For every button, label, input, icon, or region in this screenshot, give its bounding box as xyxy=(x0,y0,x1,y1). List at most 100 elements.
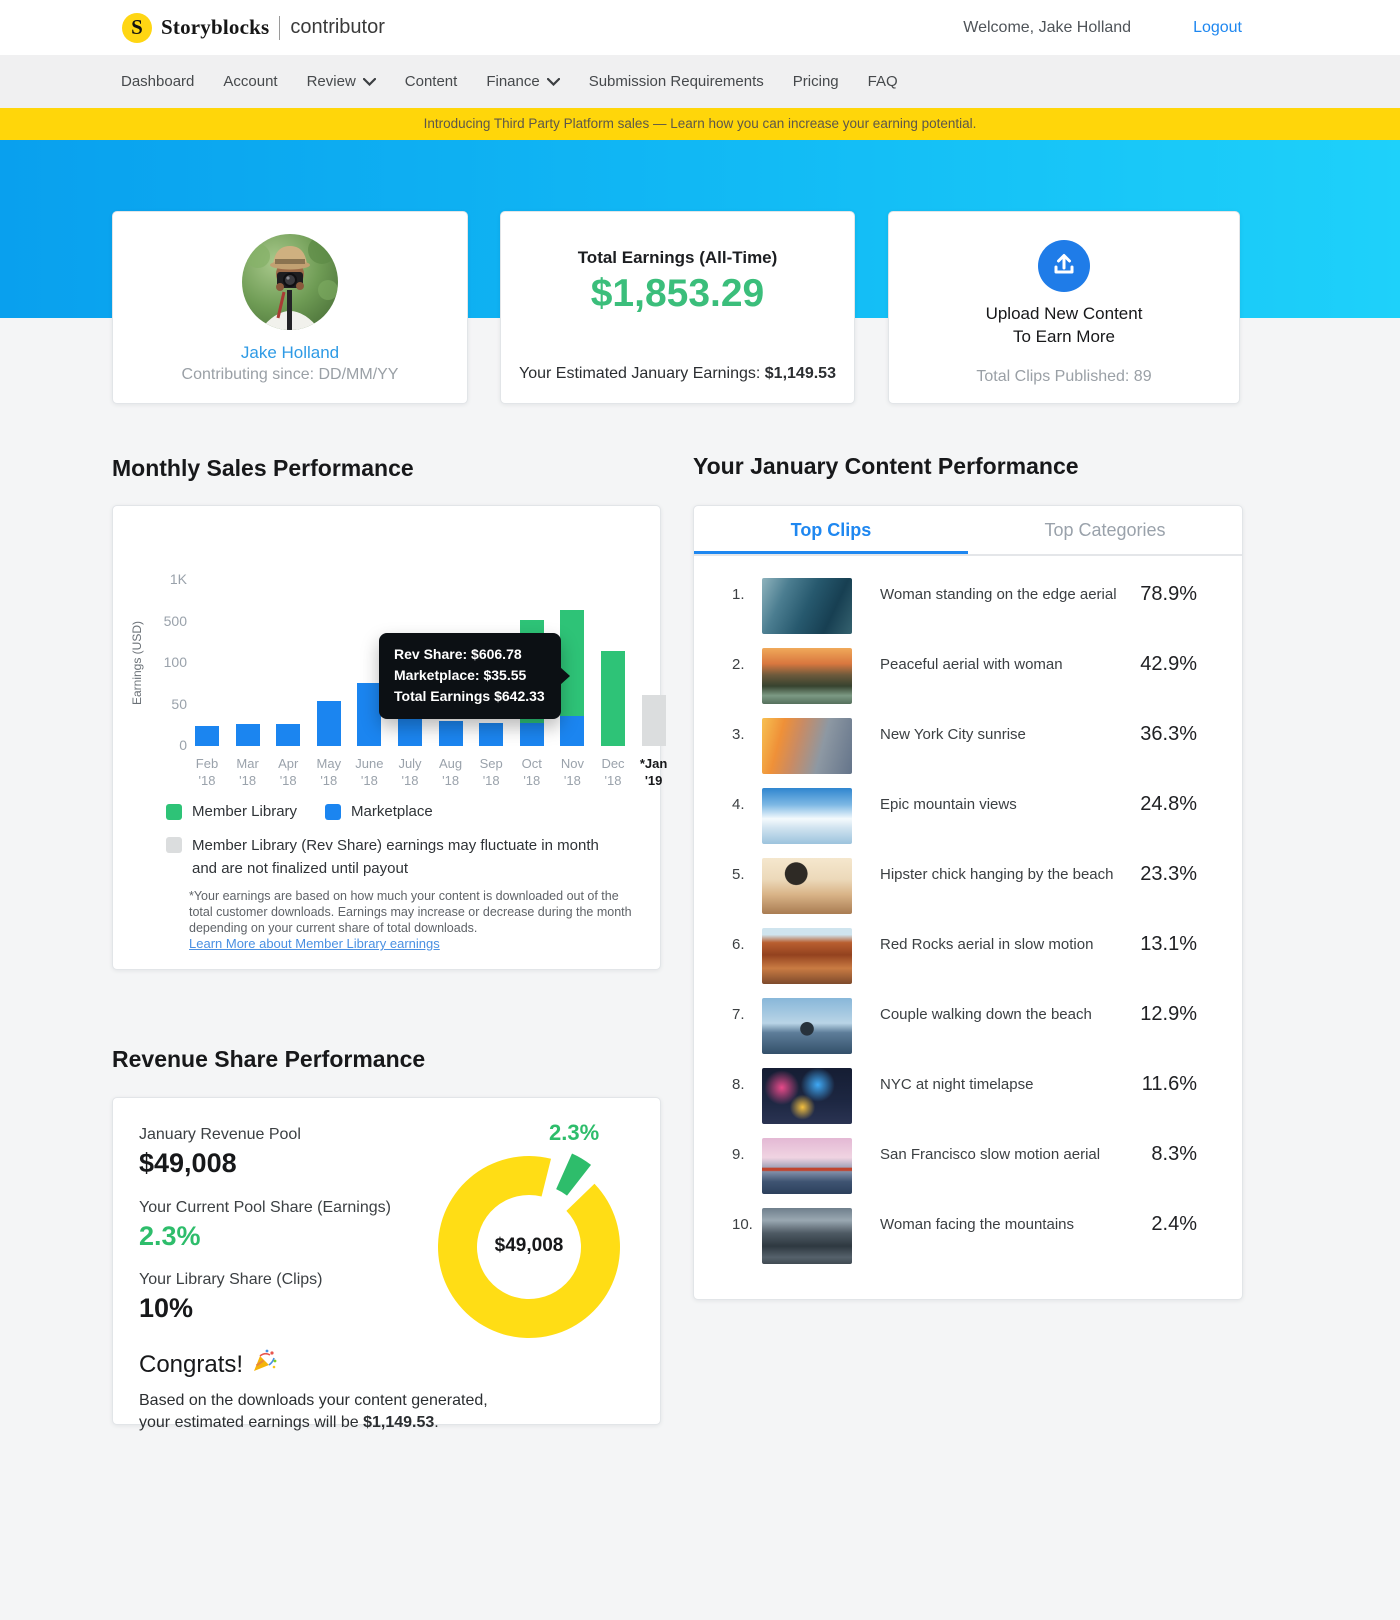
y-axis-tick: 1K xyxy=(169,571,187,587)
bar-marketplace[interactable] xyxy=(357,682,382,746)
profile-name-link[interactable]: Jake Holland xyxy=(113,343,467,363)
announcement-banner[interactable]: Introducing Third Party Platform sales —… xyxy=(0,108,1400,140)
clip-thumbnail[interactable] xyxy=(762,788,852,844)
monthly-sales-chart-card: Earnings (USD) 0 50 100 500 1K Feb '18 Mar '18 Ap… xyxy=(112,505,667,970)
bar-marketplace[interactable] xyxy=(519,722,544,746)
nav-item-dashboard[interactable]: Dashboard xyxy=(121,73,194,90)
list-item[interactable]: 6. Red Rocks aerial in slow motion 13.1% xyxy=(694,928,1242,998)
clip-title: Hipster chick hanging by the beach xyxy=(880,866,1114,883)
list-item[interactable]: 2. Peaceful aerial with woman 42.9% xyxy=(694,648,1242,718)
bar-marketplace[interactable] xyxy=(438,721,463,746)
bar-pending-rev-share[interactable] xyxy=(641,694,666,746)
upload-button[interactable] xyxy=(1038,240,1090,292)
congrats-body: Based on the downloads your content gene… xyxy=(139,1392,488,1431)
list-item[interactable]: 7. Couple walking down the beach 12.9% xyxy=(694,998,1242,1068)
list-item[interactable]: 4. Epic mountain views 24.8% xyxy=(694,788,1242,858)
clip-thumbnail[interactable] xyxy=(762,998,852,1054)
y-axis-tick: 0 xyxy=(179,737,187,753)
nav-item-finance[interactable]: Finance xyxy=(486,73,560,90)
clip-rank: 4. xyxy=(732,796,745,813)
bar-marketplace[interactable] xyxy=(479,722,504,746)
clip-rank: 5. xyxy=(732,866,745,883)
clip-rank: 7. xyxy=(732,1006,745,1023)
chevron-down-icon xyxy=(362,73,376,90)
total-earnings-amount: $1,853.29 xyxy=(590,272,765,315)
nav-item-content[interactable]: Content xyxy=(405,73,458,90)
bar-marketplace[interactable] xyxy=(316,701,341,746)
member-library-legend-label: Member Library xyxy=(192,803,298,820)
marketplace-swatch xyxy=(325,803,342,820)
clip-title: Couple walking down the beach xyxy=(880,1006,1092,1023)
clip-thumbnail[interactable] xyxy=(762,1138,852,1194)
list-item[interactable]: 8. NYC at night timelapse 11.6% xyxy=(694,1068,1242,1138)
clip-title: Woman standing on the edge aerial xyxy=(880,586,1117,603)
tab-top-clips[interactable]: Top Clips xyxy=(694,506,968,554)
library-share-value: 10% xyxy=(139,1293,194,1323)
clip-thumbnail[interactable] xyxy=(762,1068,852,1124)
bar-marketplace[interactable] xyxy=(195,726,219,746)
list-item[interactable]: 3. New York City sunrise 36.3% xyxy=(694,718,1242,788)
brand-divider xyxy=(279,15,281,40)
clip-percentage: 13.1% xyxy=(1140,933,1197,955)
estimated-earnings-amount: $1,149.53 xyxy=(764,365,836,382)
revenue-share-card: January Revenue Pool $49,008 Your Curren… xyxy=(112,1097,661,1431)
top-bar: S Storyblocks contributor Welcome, Jake … xyxy=(0,0,1400,55)
brand-name: Storyblocks xyxy=(161,15,270,39)
y-axis-tick: 100 xyxy=(163,654,187,670)
nav-item-submission-requirements[interactable]: Submission Requirements xyxy=(589,73,764,90)
pending-legend: Member Library (Rev Share) earnings may … xyxy=(166,834,612,880)
top-clips-list: 1. Woman standing on the edge aerial 78.… xyxy=(694,578,1242,1278)
upload-icon xyxy=(1051,251,1077,282)
nav-item-account[interactable]: Account xyxy=(223,73,277,90)
total-clips-text: Total Clips Published: 89 xyxy=(976,368,1152,385)
tab-top-categories[interactable]: Top Categories xyxy=(968,506,1242,554)
brand[interactable]: S Storyblocks contributor xyxy=(122,0,385,55)
content-performance-title: Your January Content Performance xyxy=(693,453,1079,479)
estimated-earnings-amount: $1,149.53 xyxy=(363,1414,435,1431)
donut-share-slice[interactable] xyxy=(556,1153,592,1196)
clip-percentage: 8.3% xyxy=(1151,1143,1197,1165)
clip-thumbnail[interactable] xyxy=(762,1208,852,1264)
clip-percentage: 42.9% xyxy=(1140,653,1197,675)
member-library-swatch xyxy=(166,803,182,820)
welcome-text: Welcome, Jake Holland xyxy=(963,18,1132,36)
chart-legend: Member Library Marketplace xyxy=(166,803,433,820)
pending-swatch xyxy=(166,837,182,853)
clip-thumbnail[interactable] xyxy=(762,858,852,914)
clip-title: New York City sunrise xyxy=(880,726,1026,743)
avatar[interactable] xyxy=(242,234,338,330)
bar-marketplace[interactable] xyxy=(560,716,585,746)
x-axis-month-label: *Jan xyxy=(639,756,668,771)
pool-share-label: Your Current Pool Share (Earnings) xyxy=(139,1199,391,1216)
clip-percentage: 24.8% xyxy=(1140,793,1197,815)
clip-percentage: 78.9% xyxy=(1140,583,1197,605)
tooltip-arrow xyxy=(560,667,570,685)
list-item[interactable]: 10. Woman facing the mountains 2.4% xyxy=(694,1208,1242,1278)
revenue-pool-value: $49,008 xyxy=(139,1148,237,1178)
clip-thumbnail[interactable] xyxy=(762,578,852,634)
clip-rank: 3. xyxy=(732,726,745,743)
list-item[interactable]: 1. Woman standing on the edge aerial 78.… xyxy=(694,578,1242,648)
chevron-down-icon xyxy=(546,73,560,90)
bar-marketplace[interactable] xyxy=(398,719,422,746)
clip-thumbnail[interactable] xyxy=(762,718,852,774)
monthly-sales-title: Monthly Sales Performance xyxy=(112,455,414,481)
bar-member-library[interactable] xyxy=(601,651,625,746)
clip-thumbnail[interactable] xyxy=(762,648,852,704)
nav-item-faq[interactable]: FAQ xyxy=(868,73,898,90)
bar-member-library[interactable] xyxy=(560,609,585,717)
clip-title: Woman facing the mountains xyxy=(880,1216,1074,1233)
clip-title: Red Rocks aerial in slow motion xyxy=(880,936,1094,953)
member-library-earnings-link[interactable]: Learn More about Member Library earnings xyxy=(189,936,440,951)
marketplace-legend-label: Marketplace xyxy=(351,803,433,820)
logout-link[interactable]: Logout xyxy=(1193,19,1242,37)
bar-marketplace[interactable] xyxy=(276,724,301,746)
bar-marketplace[interactable] xyxy=(235,724,260,746)
nav-item-pricing[interactable]: Pricing xyxy=(793,73,839,90)
list-item[interactable]: 5. Hipster chick hanging by the beach 23… xyxy=(694,858,1242,928)
list-item[interactable]: 9. San Francisco slow motion aerial 8.3% xyxy=(694,1138,1242,1208)
clip-thumbnail[interactable] xyxy=(762,928,852,984)
upload-label[interactable]: Upload New Content To Earn More xyxy=(889,302,1239,348)
nav-item-review[interactable]: Review xyxy=(307,73,376,90)
total-earnings-card: Total Earnings (All-Time) $1,853.29 Your… xyxy=(500,211,855,404)
